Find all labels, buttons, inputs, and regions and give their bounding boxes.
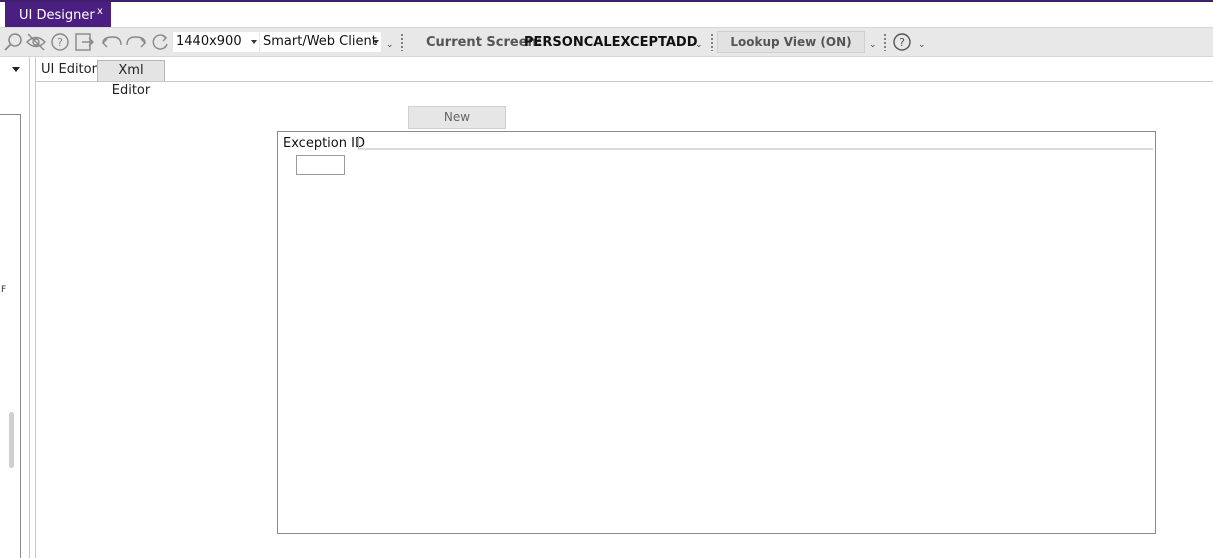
- close-tab-icon[interactable]: x: [97, 6, 103, 17]
- tab-strip-divider: [36, 81, 1213, 82]
- left-panel: F: [0, 57, 22, 558]
- toolbar-grip[interactable]: [401, 33, 403, 51]
- toolbar-overflow-icon[interactable]: ⌄: [695, 40, 703, 50]
- left-panel-glyph: F: [1, 285, 7, 295]
- resolution-value: 1440x900: [176, 34, 242, 49]
- column-header-exception-id[interactable]: Exception ID: [283, 136, 365, 151]
- toolbar-overflow-icon[interactable]: ⌄: [869, 40, 877, 50]
- toolbar-overflow-icon[interactable]: ⌄: [386, 40, 394, 50]
- window-top-border: [0, 0, 1213, 2]
- toolbar-grip[interactable]: [884, 33, 886, 51]
- exception-id-input[interactable]: [296, 155, 345, 175]
- svg-text:?: ?: [899, 36, 905, 49]
- client-value: Smart/Web Client: [263, 34, 377, 49]
- search-icon[interactable]: [2, 31, 24, 53]
- client-select[interactable]: Smart/Web Client: [260, 32, 381, 52]
- current-screen-value: PERSONCALEXCEPTADD: [524, 35, 698, 50]
- toolbar-overflow-icon[interactable]: ⌄: [918, 40, 926, 50]
- chevron-down-icon: [251, 40, 257, 44]
- resolution-select[interactable]: 1440x900: [173, 32, 259, 52]
- tab-ui-editor[interactable]: UI Editor: [37, 60, 99, 82]
- splitter[interactable]: [29, 57, 30, 558]
- column-header-filler: [358, 136, 1153, 150]
- redo-icon[interactable]: [125, 31, 147, 53]
- chevron-down-icon[interactable]: [12, 67, 20, 72]
- undo-icon[interactable]: [101, 31, 123, 53]
- tab-xml-editor[interactable]: Xml Editor: [97, 60, 165, 98]
- chevron-down-icon: [373, 40, 379, 44]
- document-tab-ui-designer[interactable]: UI Designer x: [5, 2, 111, 27]
- toolbar-grip[interactable]: [711, 33, 713, 51]
- designer-toolbar: ? 1440x900 Smart/Web Client ⌄ Current Sc…: [0, 27, 1213, 57]
- refresh-icon[interactable]: [149, 31, 171, 53]
- exception-grid: Exception ID: [277, 131, 1156, 534]
- hide-icon[interactable]: [25, 31, 47, 53]
- left-panel-content: [0, 114, 21, 558]
- exit-icon[interactable]: [73, 31, 95, 53]
- help-circle-icon[interactable]: ?: [891, 31, 913, 53]
- new-button[interactable]: New: [408, 106, 506, 129]
- document-tab-title: UI Designer: [19, 8, 95, 23]
- svg-text:?: ?: [57, 36, 63, 49]
- lookup-view-button[interactable]: Lookup View (ON): [717, 31, 865, 53]
- help-icon[interactable]: ?: [49, 31, 71, 53]
- left-panel-scrollbar[interactable]: [9, 412, 14, 468]
- editor-left-border: [35, 57, 36, 558]
